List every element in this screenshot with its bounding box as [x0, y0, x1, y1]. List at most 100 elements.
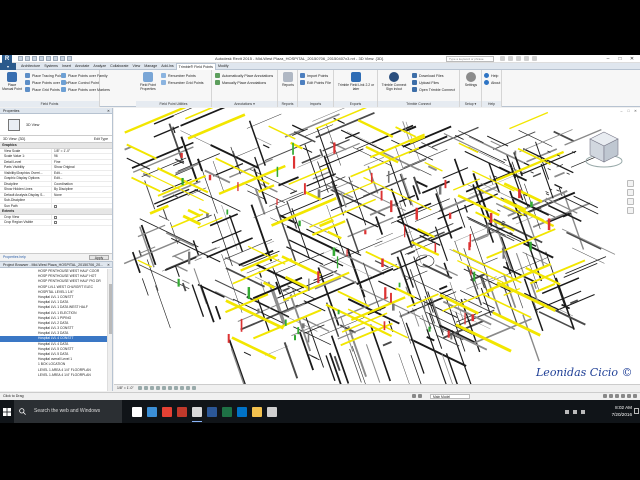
place-grid-points-button[interactable]: Place Grid Points: [25, 86, 60, 93]
sun-path-icon[interactable]: [150, 386, 154, 390]
select-underlay-icon[interactable]: [609, 394, 613, 398]
file-tab[interactable]: ▾: [0, 63, 16, 70]
start-button[interactable]: [0, 400, 14, 423]
upload-files-button[interactable]: Upload Files: [412, 79, 439, 86]
excel-icon[interactable]: [222, 406, 232, 417]
shadows-icon[interactable]: [156, 386, 160, 390]
property-value[interactable]: [52, 198, 112, 203]
place-manual-point-button[interactable]: Place Manual Point: [2, 72, 22, 91]
chrome-icon[interactable]: [162, 406, 172, 417]
visual-style-icon[interactable]: [144, 386, 148, 390]
help-search-input[interactable]: Type a keyword or phrase: [446, 56, 494, 62]
property-value[interactable]: 96: [52, 154, 112, 159]
volume-icon[interactable]: [581, 409, 585, 414]
subscription-icon[interactable]: [508, 56, 513, 61]
auto-place-annotations-button[interactable]: Automatically Place Annotations: [215, 72, 273, 79]
reports-button[interactable]: Reports: [278, 72, 298, 87]
property-value[interactable]: None: [52, 193, 112, 198]
place-control-point-button[interactable]: Place Control Point: [61, 79, 99, 86]
trimble-connect-sign-in-button[interactable]: Trimble Connect Sign in/out: [380, 72, 408, 91]
lock-view-icon[interactable]: [180, 386, 184, 390]
undo-icon[interactable]: [32, 56, 37, 61]
viewcube-icon[interactable]: [584, 128, 624, 170]
taskbar-search-box[interactable]: Search the web and Windows: [14, 400, 122, 423]
building-services-model[interactable]: [114, 108, 640, 384]
property-checkbox[interactable]: [52, 204, 112, 209]
detail-level-icon[interactable]: [138, 386, 142, 390]
scroll-thumb[interactable]: [109, 284, 112, 334]
place-points-over-markers-button[interactable]: Place Points over Markers: [61, 86, 110, 93]
crop-view-icon[interactable]: [168, 386, 172, 390]
open-icon[interactable]: [18, 56, 23, 61]
chevron-up-icon[interactable]: [565, 409, 569, 414]
close-icon[interactable]: ✕: [107, 262, 110, 268]
show-crop-icon[interactable]: [174, 386, 178, 390]
property-value[interactable]: Edit...: [52, 171, 112, 176]
property-value[interactable]: Edit...: [52, 176, 112, 181]
property-value[interactable]: Show Original: [52, 165, 112, 170]
redo-icon[interactable]: [39, 56, 44, 61]
property-value[interactable]: By Discipline: [52, 187, 112, 192]
download-files-button[interactable]: Download Files: [412, 72, 444, 79]
checkbox[interactable]: [54, 215, 57, 219]
main-model-select[interactable]: Main Model: [430, 394, 470, 399]
help-icon[interactable]: [532, 56, 537, 61]
minimize-view-icon[interactable]: –: [619, 109, 624, 113]
select-by-face-icon[interactable]: [621, 394, 625, 398]
ribbon-setup-dropdown[interactable]: Setup ▾: [460, 101, 481, 107]
ribbon-annotations-dropdown[interactable]: Annotations ▾: [212, 101, 277, 107]
place-tracing-points-button[interactable]: Place Tracing Points: [25, 72, 65, 79]
save-icon[interactable]: [25, 56, 30, 61]
close-button[interactable]: ✕: [626, 55, 638, 63]
filter-icon[interactable]: [633, 394, 637, 398]
minimize-button[interactable]: –: [602, 55, 614, 63]
acrobat-icon[interactable]: [177, 406, 187, 417]
edge-icon[interactable]: [147, 406, 157, 417]
worksets-icon[interactable]: [412, 394, 416, 398]
instance-selector[interactable]: 3D View: {3D} Edit Type: [0, 136, 112, 143]
orbit-icon[interactable]: [627, 207, 634, 214]
properties-help-link[interactable]: Properties help: [3, 255, 26, 259]
network-icon[interactable]: [573, 409, 577, 414]
zoom-icon[interactable]: [627, 198, 634, 205]
select-pinned-icon[interactable]: [615, 394, 619, 398]
taskbar-clock[interactable]: 8:02 AM 7/20/2016: [612, 404, 632, 418]
property-checkbox[interactable]: [52, 215, 112, 220]
outlook-icon[interactable]: [237, 406, 247, 417]
task-view-icon[interactable]: [132, 406, 142, 417]
property-value[interactable]: 1/8" = 1'-0": [52, 149, 112, 154]
property-value[interactable]: Coordination: [52, 182, 112, 187]
renumber-grid-points-button[interactable]: Renumber Grid Points: [161, 79, 204, 86]
help-button[interactable]: Help: [484, 72, 498, 79]
field-point-properties-button[interactable]: Field Point Properties: [138, 72, 158, 91]
place-points-over-family-button[interactable]: Place Points over Family: [61, 72, 108, 79]
exchange-icon[interactable]: [524, 56, 529, 61]
import-points-button[interactable]: Import Points: [300, 72, 328, 79]
view-scale[interactable]: 1/8" = 1'-0": [117, 385, 134, 392]
notifications-icon[interactable]: [634, 408, 639, 414]
open-trimble-connect-button[interactable]: Open Trimble Connect: [412, 86, 455, 93]
word-icon[interactable]: [207, 406, 217, 417]
sign-in-icon[interactable]: [516, 56, 521, 61]
renumber-points-button[interactable]: Renumber Points: [161, 72, 196, 79]
rendering-icon[interactable]: [162, 386, 166, 390]
3d-viewport[interactable]: – □ ✕ Leonidas Cicio © 1/8" = 1'-0": [114, 108, 640, 391]
drag-elements-icon[interactable]: [627, 394, 631, 398]
app-menu-button[interactable]: R: [2, 55, 12, 63]
steering-wheel-icon[interactable]: [627, 180, 634, 187]
close-view-icon[interactable]: ✕: [633, 109, 638, 113]
manual-place-annotations-button[interactable]: Manually Place Annotations: [215, 79, 266, 86]
settings-icon[interactable]: [267, 406, 277, 417]
restore-view-icon[interactable]: □: [626, 109, 631, 113]
3d-view-icon[interactable]: [67, 56, 72, 61]
reveal-hidden-icon[interactable]: [192, 386, 196, 390]
checkbox[interactable]: [54, 204, 57, 208]
text-icon[interactable]: [60, 56, 65, 61]
trimble-field-link-button[interactable]: Trimble Field Link 2.2 or later: [336, 72, 376, 91]
edit-type-button[interactable]: Edit Type: [94, 137, 108, 141]
property-checkbox[interactable]: [52, 220, 112, 225]
about-button[interactable]: About: [484, 79, 500, 86]
settings-button[interactable]: Settings: [461, 72, 481, 87]
maximize-button[interactable]: □: [614, 55, 626, 63]
browser-scrollbar[interactable]: [107, 269, 112, 391]
